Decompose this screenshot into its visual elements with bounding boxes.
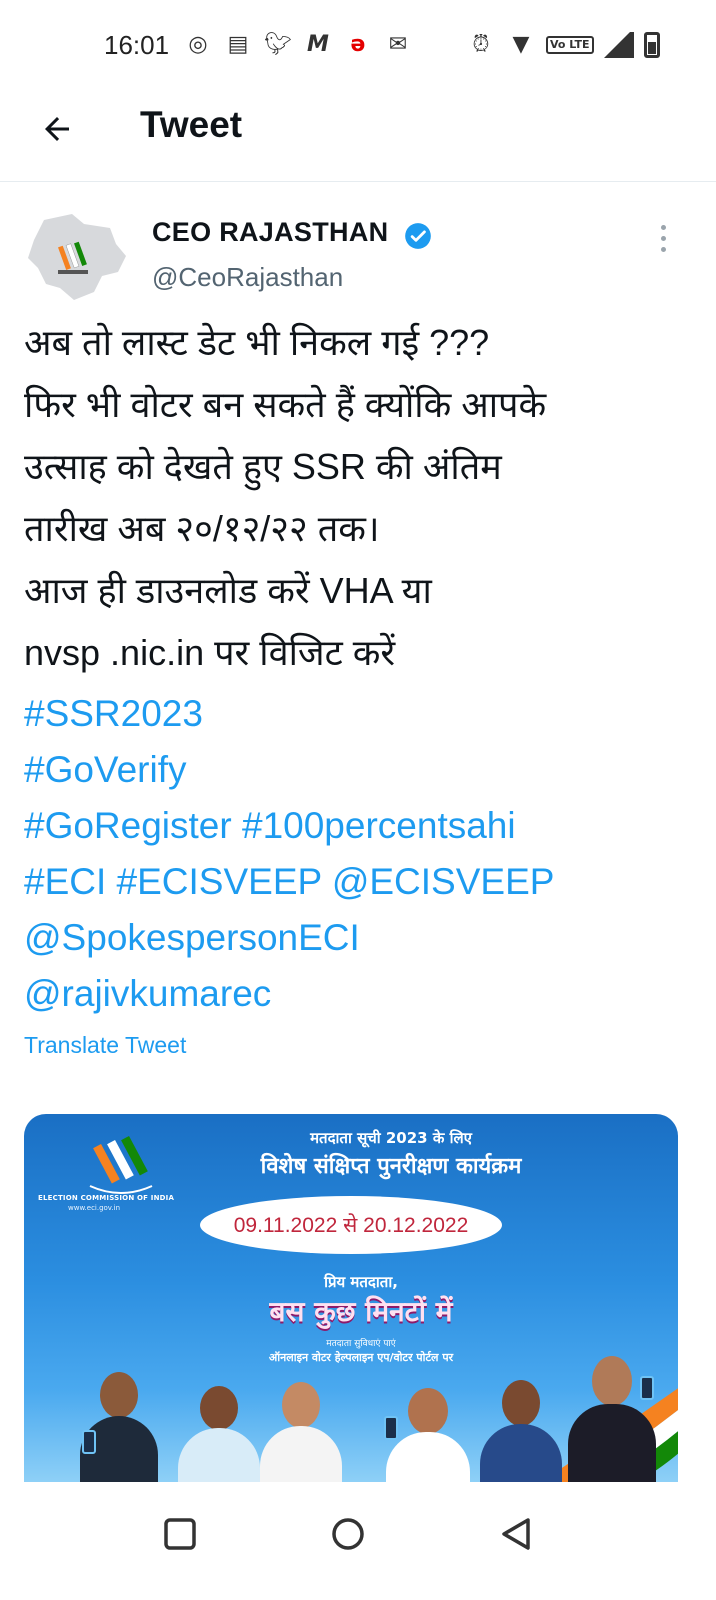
alarm-icon: ⏰︎ [472,32,490,57]
more-dot [660,224,666,230]
system-back-button[interactable] [486,1504,546,1564]
battery-icon [643,32,660,58]
tweet-hashtags: #SSR2023 #GoVerify #GoRegister #100perce… [24,686,694,1022]
arrow-left-icon [45,117,69,141]
media-headline: बस कुछ मिनटों में [269,1295,453,1328]
gmail-icon: ✉ [388,32,408,57]
system-icons: ⏰︎ ▼ Vo LTE [466,30,660,60]
status-bar: 16:01 ◎ ▤ 🐦︎ M ə ✉ ⏰︎ ▼ Vo LTE [0,0,716,90]
airtel-icon: ə [350,32,366,57]
home-button[interactable] [318,1504,378,1564]
translate-tweet-link[interactable]: Translate Tweet [24,1032,186,1059]
square-icon [164,1518,196,1550]
person-figure [382,1388,474,1482]
tweet-text: अब तो लास्ट डेट भी निकल गई ??? फिर भी वो… [24,312,694,684]
signal-icon [603,32,634,58]
circle-icon [332,1518,364,1550]
hashtag-link[interactable]: #100percentsahi [242,805,516,846]
tweet-line: फिर भी वोटर बन सकते हैं क्योंकि आपके [24,384,547,425]
m-icon: M [307,32,329,57]
wifi-icon: ▼ [512,32,530,57]
media-greeting: प्रिय मतदाता, [324,1273,398,1291]
tweet-line: nvsp .nic.in पर विजिट करें [24,632,396,673]
tweet-media-image[interactable]: ELECTION COMMISSION OF INDIA www.eci.gov… [24,1114,678,1482]
media-dates: 09.11.2022 से 20.12.2022 [200,1196,502,1254]
eci-caption: ELECTION COMMISSION OF INDIA [38,1194,175,1202]
back-button[interactable] [32,104,82,154]
tweet-line: उत्साह को देखते हुए SSR की अंतिम [24,446,502,487]
mention-link[interactable]: @rajivkumarec [24,973,271,1014]
tweet-line: अब तो लास्ट डेट भी निकल गई ??? [24,322,490,363]
person-figure [76,1372,162,1482]
person-figure [476,1380,566,1482]
hashtag-link[interactable]: #ECISVEEP [117,861,322,902]
verified-badge-icon [405,223,431,249]
tweet-line: तारीख अब २०/१२/२२ तक। [24,508,380,549]
notification-icons: ◎ ▤ 🐦︎ M ə ✉ [182,30,414,60]
status-time: 16:01 [104,30,170,60]
more-dot [660,246,666,252]
media-people-illustration [24,1336,678,1482]
hashtag-link[interactable]: #GoVerify [24,749,186,790]
media-subtitle: मतदाता सूची 2023 के लिए [310,1129,472,1147]
person-figure [256,1382,346,1482]
twitter-icon: 🐦︎ [264,32,292,57]
person-figure [174,1386,264,1482]
recent-apps-button[interactable] [150,1504,210,1564]
hashtag-link[interactable]: #GoRegister [24,805,232,846]
eci-url: www.eci.gov.in [68,1204,121,1212]
person-figure [564,1356,660,1482]
author-avatar[interactable] [24,210,128,304]
author-name[interactable]: CEO RAJASTHAN [152,217,388,248]
triangle-back-icon [502,1518,530,1550]
news-icon: ▤ [227,32,249,57]
hashtag-link[interactable]: #SSR2023 [24,693,203,734]
tweet-line: आज ही डाउनलोड करें VHA या [24,570,432,611]
mention-link[interactable]: @ECISVEEP [332,861,555,902]
more-dot [660,235,666,241]
volte-icon: Vo LTE [546,36,594,54]
more-options-button[interactable] [648,218,678,258]
whatsapp-icon: ◎ [188,32,208,57]
system-navigation-bar [0,1482,716,1600]
author-handle[interactable]: @CeoRajasthan [152,262,343,293]
mention-link[interactable]: @SpokespersonECI [24,917,360,958]
top-app-bar: Tweet [0,90,716,182]
hashtag-link[interactable]: #ECI [24,861,106,902]
page-title: Tweet [140,104,243,145]
media-title: विशेष संक्षिप्त पुनरीक्षण कार्यक्रम [260,1154,522,1179]
